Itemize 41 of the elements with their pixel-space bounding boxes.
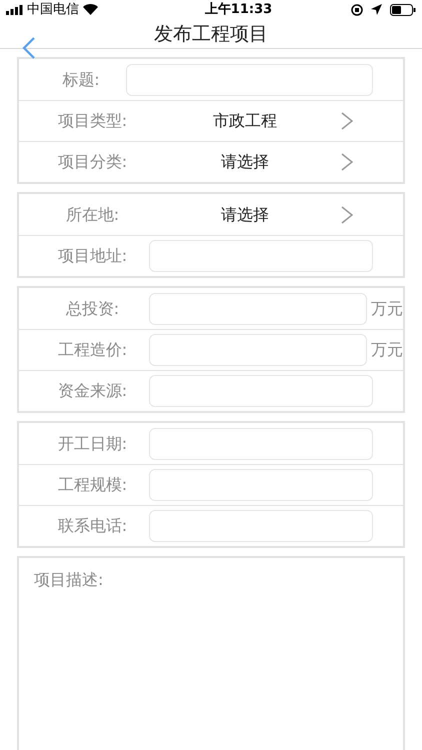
input-field[interactable] <box>126 64 373 96</box>
select-value: 市政工程 <box>212 110 278 132</box>
field-label: 联系电话: <box>56 515 128 537</box>
back-icon <box>22 36 36 60</box>
input-field[interactable] <box>149 292 367 324</box>
input-field[interactable] <box>149 510 373 542</box>
select-row[interactable]: 请选择 <box>149 202 403 226</box>
select-row[interactable]: 请选择 <box>149 150 403 174</box>
input-field[interactable] <box>149 240 373 272</box>
field-label: 开工日期: <box>56 432 128 454</box>
unit-label: 万元 <box>371 339 403 361</box>
field-label: 所在地: <box>64 204 120 226</box>
input-field[interactable] <box>149 469 373 501</box>
rotation-lock-icon <box>350 4 363 16</box>
field-label: 标题: <box>61 68 101 90</box>
carrier-name: 中国电信 <box>27 1 79 19</box>
input-field[interactable] <box>149 334 367 366</box>
field-label: 项目分类: <box>56 151 128 173</box>
location-arrow-icon <box>370 4 382 16</box>
field-label: 项目描述: <box>34 570 104 589</box>
select-value: 请选择 <box>220 151 270 173</box>
input-field[interactable] <box>149 428 373 460</box>
signal-icon <box>6 4 23 15</box>
select-row[interactable]: 市政工程 <box>149 109 403 133</box>
select-value: 请选择 <box>220 204 270 226</box>
field-label: 项目类型: <box>56 110 128 132</box>
chevron-right-icon <box>341 153 353 171</box>
field-label: 工程造价: <box>56 339 128 361</box>
field-label: 工程规模: <box>56 474 128 496</box>
field-label: 资金来源: <box>56 380 128 402</box>
status-time: 上午11:33 <box>204 1 272 19</box>
input-field[interactable] <box>149 375 373 407</box>
page-title: 发布工程项目 <box>154 22 268 46</box>
field-label: 总投资: <box>64 298 120 320</box>
chevron-right-icon <box>341 206 353 224</box>
chevron-right-icon <box>341 112 353 130</box>
battery-icon <box>390 4 416 16</box>
back-button[interactable] <box>22 36 36 60</box>
wifi-icon <box>83 4 98 16</box>
field-label: 项目地址: <box>56 245 128 267</box>
unit-label: 万元 <box>371 298 403 320</box>
